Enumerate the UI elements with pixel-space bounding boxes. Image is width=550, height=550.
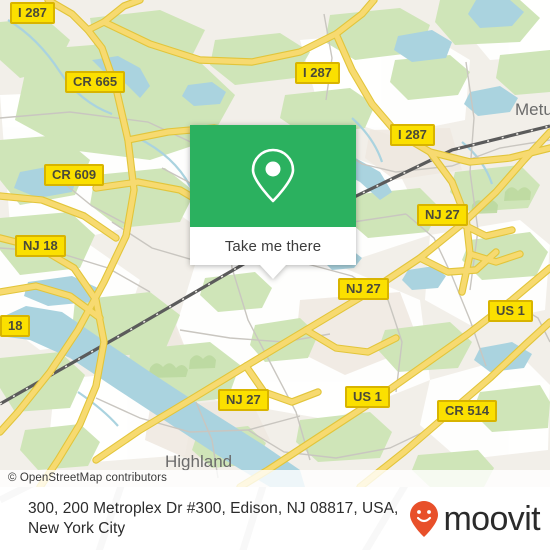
road-shield-label: CR 609 [52, 167, 97, 182]
road-shield-label: NJ 18 [23, 238, 58, 253]
road-shield: NJ 27 [218, 389, 269, 411]
footer-bar: 300, 200 Metroplex Dr #300, Edison, NJ 0… [0, 487, 550, 550]
road-shield-label: CR 665 [73, 74, 118, 89]
road-shield: NJ 18 [15, 235, 66, 257]
road-shield-label: US 1 [353, 389, 382, 404]
moovit-map-screenshot: Metu Highland I 287 I 287 I 287 CR 665 CR 60… [0, 0, 550, 550]
road-shield: I 287 [10, 2, 55, 24]
moovit-logo[interactable]: moovit [409, 499, 541, 538]
road-shield-label: I 287 [303, 65, 332, 80]
take-me-there-button[interactable]: Take me there [190, 227, 356, 265]
popup-marker-area [190, 125, 356, 227]
road-shield: I 287 [295, 62, 340, 84]
address-text: 300, 200 Metroplex Dr #300, Edison, NJ 0… [28, 499, 399, 537]
osm-attribution: © OpenStreetMap contributors [0, 470, 550, 487]
place-label-metuchen: Metu [515, 100, 550, 119]
map-pin-icon [251, 148, 295, 203]
moovit-pin-smile-icon [410, 500, 439, 537]
road-shield: I 287 [390, 124, 435, 146]
road-shield-label: US 1 [496, 303, 525, 318]
road-shield: NJ 27 [417, 204, 468, 226]
road-shield-label: I 287 [18, 5, 47, 20]
road-shield-label: NJ 27 [425, 207, 460, 222]
road-shield: US 1 [488, 300, 533, 322]
road-shield: CR 665 [65, 71, 126, 93]
location-popup-card[interactable]: Take me there [190, 125, 356, 279]
road-shield-label: NJ 27 [226, 392, 261, 407]
road-shield-label: NJ 27 [346, 281, 381, 296]
road-shield: US 1 [345, 386, 390, 408]
popup-tail [260, 265, 286, 279]
place-label-highland-park: Highland [165, 452, 233, 471]
road-shield: 18 [0, 315, 31, 337]
road-shield-label: CR 514 [445, 403, 490, 418]
road-shield-label: 18 [8, 318, 23, 333]
road-shield: CR 609 [44, 164, 105, 186]
moovit-wordmark: moovit [443, 499, 540, 538]
road-shield: NJ 27 [338, 278, 389, 300]
road-shield: CR 514 [437, 400, 498, 422]
road-shield-label: I 287 [398, 127, 427, 142]
